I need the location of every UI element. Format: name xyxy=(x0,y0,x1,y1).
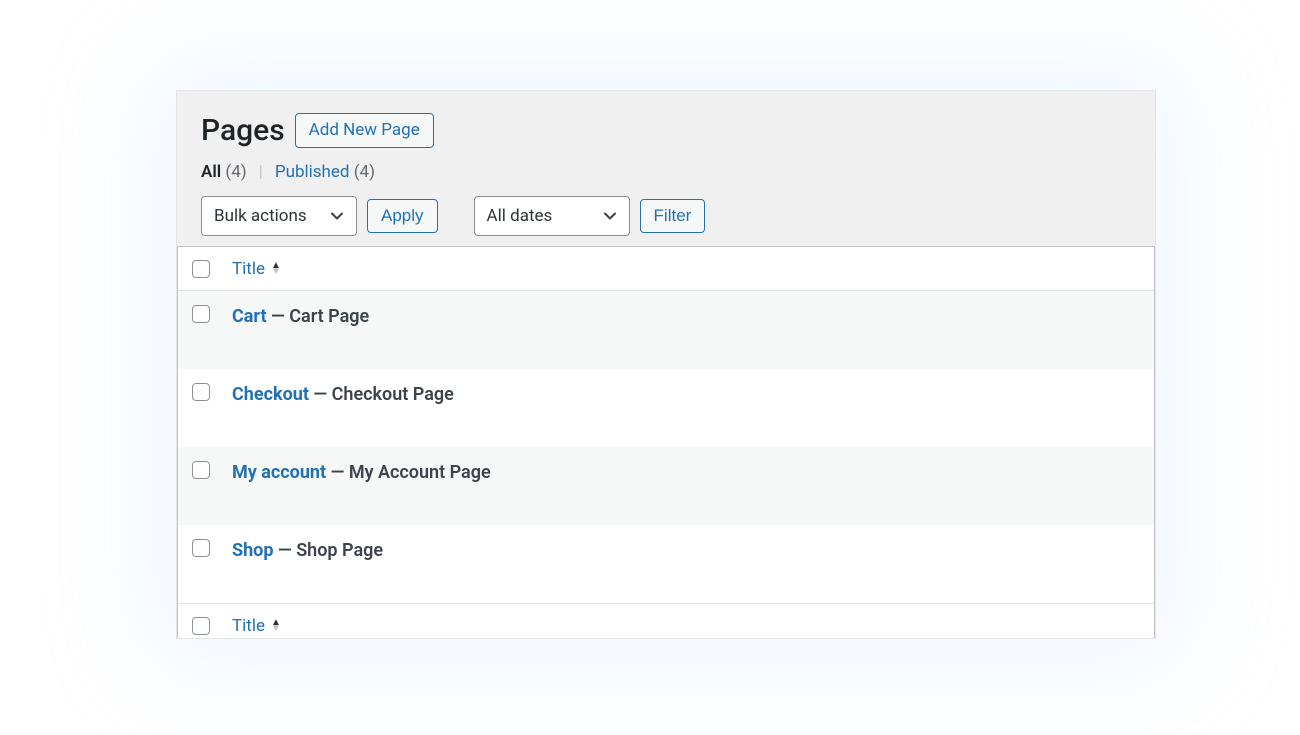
pages-table: Title ▲ ▼ Cart — Cart Page Checkout — Che… xyxy=(177,246,1155,639)
filter-separator: | xyxy=(255,162,267,182)
controls-row: Bulk actions Apply All dates Filter xyxy=(201,196,1131,236)
column-title-footer[interactable]: Title ▲ ▼ xyxy=(232,616,281,636)
chevron-down-icon xyxy=(603,209,617,223)
row-title-cell: Shop — Shop Page xyxy=(232,539,383,562)
row-title-link[interactable]: Cart xyxy=(232,306,267,327)
header-area: Pages Add New Page All (4) | Published (… xyxy=(177,91,1155,236)
row-title-link[interactable]: Shop xyxy=(232,540,273,561)
row-checkbox[interactable] xyxy=(192,305,210,323)
apply-button[interactable]: Apply xyxy=(367,199,438,233)
select-all-footer-checkbox[interactable] xyxy=(192,617,210,635)
row-title-suffix: — My Account Page xyxy=(326,462,491,483)
row-title-suffix: — Shop Page xyxy=(273,540,383,561)
row-checkbox[interactable] xyxy=(192,383,210,401)
table-footer: Title ▲ ▼ xyxy=(178,603,1154,639)
filter-button[interactable]: Filter xyxy=(640,199,706,233)
add-new-page-button[interactable]: Add New Page xyxy=(295,113,434,147)
filter-published-count: (4) xyxy=(354,162,375,182)
row-title-link[interactable]: Checkout xyxy=(232,384,309,405)
chevron-down-icon xyxy=(330,209,344,223)
filter-all-count: (4) xyxy=(225,162,246,182)
sort-icon: ▲ ▼ xyxy=(271,620,281,632)
row-checkbox[interactable] xyxy=(192,461,210,479)
table-row: Checkout — Checkout Page xyxy=(178,369,1154,447)
sort-icon: ▲ ▼ xyxy=(271,263,281,275)
filter-all[interactable]: All (4) xyxy=(201,162,247,182)
row-checkbox[interactable] xyxy=(192,539,210,557)
table-header: Title ▲ ▼ xyxy=(178,247,1154,291)
row-title-suffix: — Cart Page xyxy=(267,306,370,327)
bulk-actions-label: Bulk actions xyxy=(214,206,307,226)
select-all-checkbox[interactable] xyxy=(192,260,210,278)
status-filter-row: All (4) | Published (4) xyxy=(201,162,1131,182)
column-title-label: Title xyxy=(232,259,265,279)
row-title-cell: Checkout — Checkout Page xyxy=(232,383,454,406)
bulk-actions-select[interactable]: Bulk actions xyxy=(201,196,357,236)
column-title-label: Title xyxy=(232,616,265,636)
all-dates-select[interactable]: All dates xyxy=(474,196,630,236)
all-dates-label: All dates xyxy=(487,206,553,226)
filter-all-label: All xyxy=(201,162,221,182)
column-title-header[interactable]: Title ▲ ▼ xyxy=(232,259,281,279)
row-title-cell: Cart — Cart Page xyxy=(232,305,369,328)
row-title-suffix: — Checkout Page xyxy=(309,384,454,405)
admin-panel: Pages Add New Page All (4) | Published (… xyxy=(176,90,1156,639)
row-title-link[interactable]: My account xyxy=(232,462,326,483)
page-title: Pages xyxy=(201,113,285,148)
table-row: Shop — Shop Page xyxy=(178,525,1154,603)
filter-published[interactable]: Published (4) xyxy=(275,162,375,182)
title-row: Pages Add New Page xyxy=(201,113,1131,148)
row-title-cell: My account — My Account Page xyxy=(232,461,491,484)
filter-published-label: Published xyxy=(275,162,350,182)
table-row: Cart — Cart Page xyxy=(178,291,1154,369)
table-row: My account — My Account Page xyxy=(178,447,1154,525)
